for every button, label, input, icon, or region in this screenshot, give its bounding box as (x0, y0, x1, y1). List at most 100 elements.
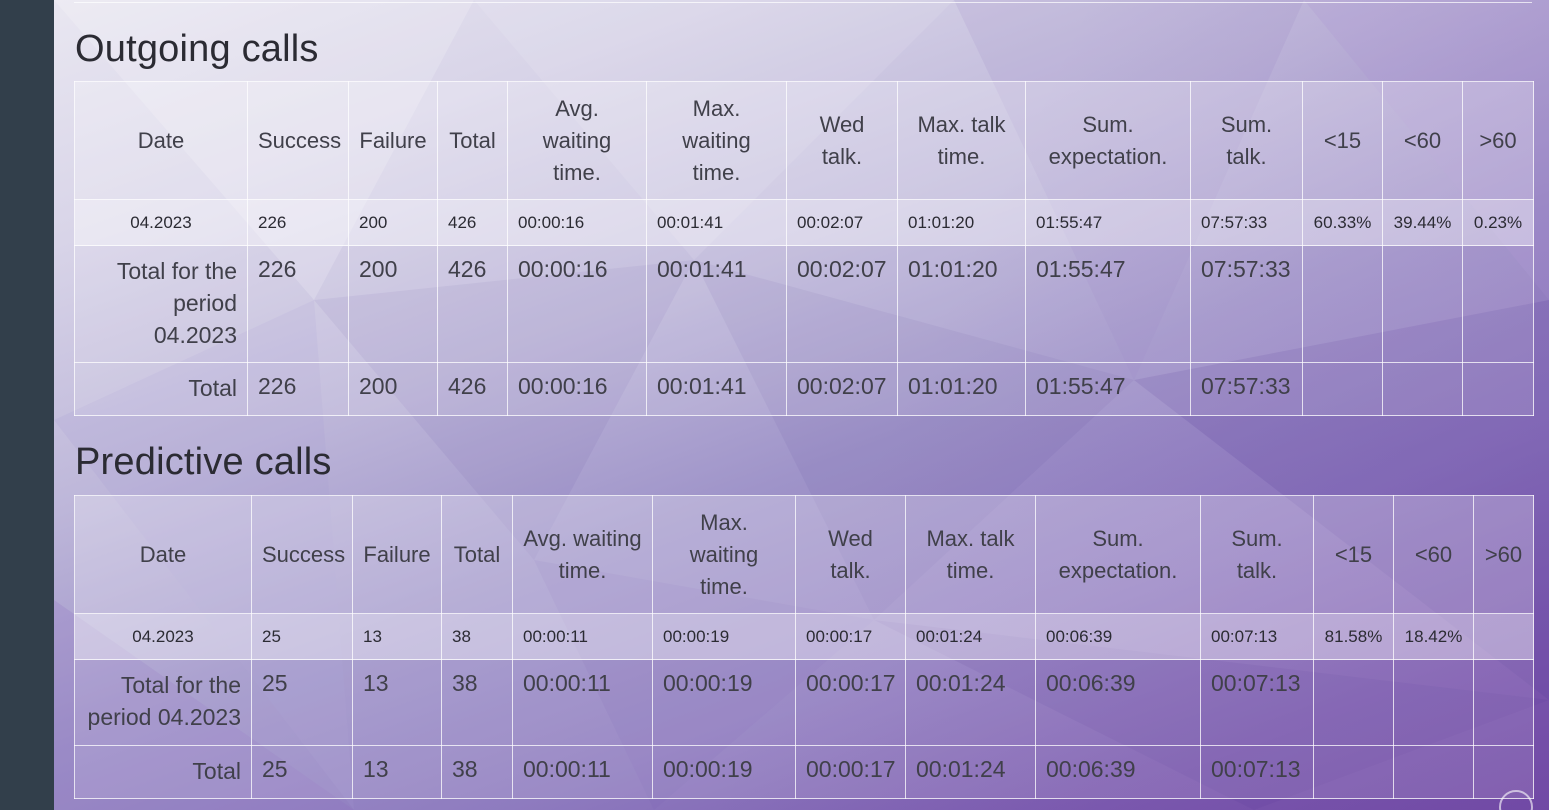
column-header-total[interactable]: Total (437, 81, 508, 200)
cell-lt60 (1393, 659, 1474, 746)
cell-lt60 (1382, 245, 1463, 363)
table-row-period-total: Total for the period 04.2023 226 200 426… (74, 245, 1534, 363)
predictive-calls-table: Date Success Failure Total Avg. waiting … (74, 495, 1534, 799)
column-header-wed-talk[interactable]: Wed talk. (795, 495, 906, 614)
cell-max-talk: 00:01:24 (905, 613, 1036, 660)
column-header-wed-talk[interactable]: Wed talk. (786, 81, 898, 200)
cell-gt60 (1473, 613, 1534, 660)
cell-max-talk: 00:01:24 (905, 659, 1036, 746)
column-header-gt60[interactable]: >60 (1462, 81, 1534, 200)
cell-lt15: 60.33% (1302, 199, 1383, 246)
report-content: Outgoing calls Date Success Failure Tota… (54, 0, 1549, 810)
cell-gt60: 0.23% (1462, 199, 1534, 246)
cell-max-waiting: 00:01:41 (646, 199, 787, 246)
cell-avg-waiting: 00:00:11 (512, 613, 653, 660)
cell-total: 38 (441, 745, 513, 799)
table-row-month: 04.2023 25 13 38 00:00:11 00:00:19 00:00… (74, 613, 1534, 660)
cell-failure: 200 (348, 245, 438, 363)
cell-success: 25 (251, 659, 353, 746)
column-header-sum-talk[interactable]: Sum. talk. (1200, 495, 1314, 614)
cell-total: 38 (441, 659, 513, 746)
cell-total: 426 (437, 362, 508, 416)
table-header-row: Date Success Failure Total Avg. waiting … (74, 81, 1534, 200)
cell-gt60 (1473, 745, 1534, 799)
cell-total-label: Total (74, 745, 252, 799)
cell-avg-waiting: 00:00:16 (507, 245, 647, 363)
cell-max-waiting: 00:00:19 (652, 745, 796, 799)
cell-lt15: 81.58% (1313, 613, 1394, 660)
table-row-period-total: Total for the period 04.2023 25 13 38 00… (74, 659, 1534, 746)
cell-max-waiting: 00:01:41 (646, 362, 787, 416)
cell-failure: 13 (352, 745, 442, 799)
cell-wed-talk: 00:02:07 (786, 199, 898, 246)
column-header-max-waiting[interactable]: Max. waiting time. (652, 495, 796, 614)
cell-wed-talk: 00:00:17 (795, 745, 906, 799)
column-header-sum-expectation[interactable]: Sum. expectation. (1025, 81, 1191, 200)
cell-lt60 (1382, 362, 1463, 416)
cell-sum-expectation: 00:06:39 (1035, 745, 1201, 799)
cell-lt60: 39.44% (1382, 199, 1463, 246)
cell-max-talk: 00:01:24 (905, 745, 1036, 799)
cell-lt15 (1302, 245, 1383, 363)
outgoing-calls-table: Date Success Failure Total Avg. waiting … (74, 81, 1534, 416)
cell-sum-expectation: 01:55:47 (1025, 245, 1191, 363)
column-header-success[interactable]: Success (251, 495, 353, 614)
column-header-failure[interactable]: Failure (352, 495, 442, 614)
cell-gt60 (1462, 245, 1534, 363)
column-header-total[interactable]: Total (441, 495, 513, 614)
cell-sum-talk: 07:57:33 (1190, 245, 1303, 363)
cell-period-label: Total for the period 04.2023 (74, 659, 252, 746)
cell-lt15 (1302, 362, 1383, 416)
cell-failure: 13 (352, 659, 442, 746)
cell-success: 25 (251, 745, 353, 799)
column-header-failure[interactable]: Failure (348, 81, 438, 200)
cell-wed-talk: 00:00:17 (795, 613, 906, 660)
cell-total: 426 (437, 199, 508, 246)
column-header-lt60[interactable]: <60 (1393, 495, 1474, 614)
cell-period-label: Total for the period 04.2023 (74, 245, 248, 363)
table-row-month: 04.2023 226 200 426 00:00:16 00:01:41 00… (74, 199, 1534, 246)
column-header-gt60[interactable]: >60 (1473, 495, 1534, 614)
cell-max-talk: 01:01:20 (897, 245, 1026, 363)
cell-sum-talk: 07:57:33 (1190, 362, 1303, 416)
table-header-row: Date Success Failure Total Avg. waiting … (74, 495, 1534, 614)
predictive-calls-heading: Predictive calls (75, 441, 332, 483)
cell-wed-talk: 00:02:07 (786, 362, 898, 416)
cell-success: 226 (247, 245, 349, 363)
cell-total-label: Total (74, 362, 248, 416)
cell-lt15 (1313, 659, 1394, 746)
cell-sum-talk: 00:07:13 (1200, 745, 1314, 799)
column-header-max-waiting[interactable]: Max. waiting time. (646, 81, 787, 200)
cell-total: 38 (441, 613, 513, 660)
column-header-lt15[interactable]: <15 (1302, 81, 1383, 200)
cell-avg-waiting: 00:00:11 (512, 745, 653, 799)
column-header-date[interactable]: Date (74, 81, 248, 200)
column-header-sum-expectation[interactable]: Sum. expectation. (1035, 495, 1201, 614)
column-header-avg-waiting[interactable]: Avg. waiting time. (507, 81, 647, 200)
column-header-lt15[interactable]: <15 (1313, 495, 1394, 614)
cell-date: 04.2023 (74, 199, 248, 246)
cell-success: 226 (247, 362, 349, 416)
table-row-grand-total: Total 25 13 38 00:00:11 00:00:19 00:00:1… (74, 745, 1534, 799)
cell-date: 04.2023 (74, 613, 252, 660)
cell-sum-talk: 00:07:13 (1200, 613, 1314, 660)
column-header-lt60[interactable]: <60 (1382, 81, 1463, 200)
table-row-grand-total: Total 226 200 426 00:00:16 00:01:41 00:0… (74, 362, 1534, 416)
column-header-avg-waiting[interactable]: Avg. waiting time. (512, 495, 653, 614)
cell-max-waiting: 00:00:19 (652, 613, 796, 660)
column-header-success[interactable]: Success (247, 81, 349, 200)
cell-sum-talk: 07:57:33 (1190, 199, 1303, 246)
cell-sum-expectation: 01:55:47 (1025, 362, 1191, 416)
left-sidebar (0, 0, 54, 810)
cell-success: 25 (251, 613, 353, 660)
column-header-date[interactable]: Date (74, 495, 252, 614)
cell-lt15 (1313, 745, 1394, 799)
column-header-max-talk[interactable]: Max. talk time. (905, 495, 1036, 614)
cell-total: 426 (437, 245, 508, 363)
cell-max-talk: 01:01:20 (897, 362, 1026, 416)
column-header-max-talk[interactable]: Max. talk time. (897, 81, 1026, 200)
column-header-sum-talk[interactable]: Sum. talk. (1190, 81, 1303, 200)
cell-sum-expectation: 00:06:39 (1035, 659, 1201, 746)
cell-lt60 (1393, 745, 1474, 799)
cell-avg-waiting: 00:00:16 (507, 362, 647, 416)
